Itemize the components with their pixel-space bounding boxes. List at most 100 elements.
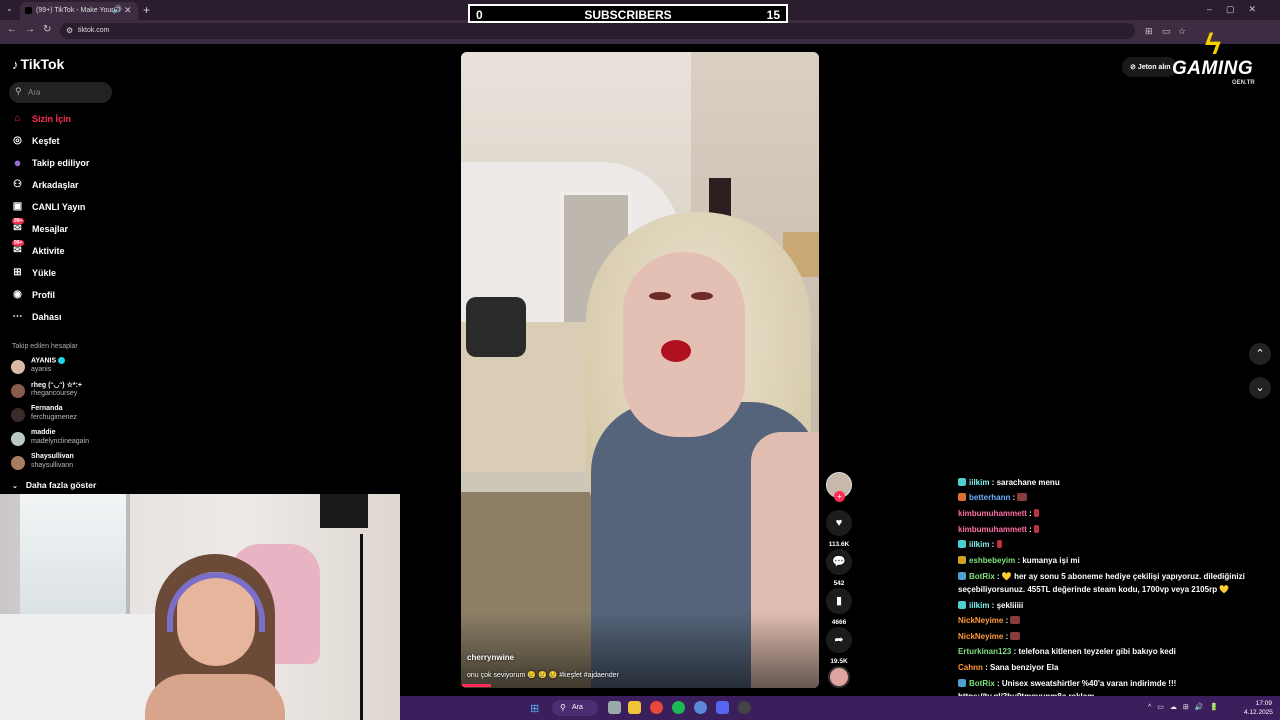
- obs-icon[interactable]: [738, 701, 751, 714]
- account-handle: shaysullivann: [31, 462, 74, 469]
- chat-separator: :: [989, 478, 997, 487]
- followed-account[interactable]: rheg (ᵔ◡ᵔ) ☆*:+ rhegancoursey: [11, 381, 121, 403]
- sidebar-item-upload[interactable]: ⊞ Yükle: [11, 266, 121, 282]
- follow-plus-icon[interactable]: +: [834, 491, 845, 502]
- sidebar-item-label: Profil: [32, 290, 56, 300]
- logo-text: TikTok: [20, 56, 65, 72]
- site-info-icon[interactable]: ⚙: [66, 26, 73, 35]
- chat-username[interactable]: betterhann: [969, 493, 1010, 502]
- chevron-down-icon: ⌄: [12, 483, 18, 490]
- chat-username[interactable]: kimbumuhammett: [958, 509, 1027, 518]
- sidebar-item-profile[interactable]: ◉ Profil: [11, 288, 121, 304]
- get-coins-button[interactable]: ⊘ Jeton alın: [1122, 57, 1177, 77]
- subscriber-goal-count: 15: [766, 8, 780, 22]
- chat-username[interactable]: Erturkinan123: [958, 647, 1011, 656]
- account-name-text: rheg (ᵔ◡ᵔ) ☆*:+: [31, 382, 82, 389]
- followed-account[interactable]: Fernanda ferchugimenez: [11, 405, 121, 427]
- account-name: AYANIS: [31, 357, 66, 364]
- save-button[interactable]: ▮ 4666: [826, 588, 852, 626]
- search-icon: ⚲: [560, 703, 566, 712]
- account-name-text: Shaysullivan: [31, 453, 74, 460]
- chat-separator: :: [982, 663, 990, 672]
- sidebar-item-activity[interactable]: ✉ 99+ Aktivite: [11, 240, 121, 260]
- followed-account[interactable]: maddie madelynclineagain: [11, 429, 121, 451]
- cast-icon[interactable]: ▭: [1162, 26, 1171, 37]
- chat-badge-icon: [958, 679, 966, 687]
- chat-separator: :: [989, 540, 997, 549]
- steam-icon[interactable]: [694, 701, 707, 714]
- chat-text: sarachane menu: [996, 478, 1060, 487]
- browser-tab-tiktok[interactable]: (99+) TikTok - Make Your D 🔊 ✕: [20, 2, 138, 20]
- forward-icon[interactable]: →: [25, 24, 35, 35]
- chat-username[interactable]: NickNeyime: [958, 632, 1003, 641]
- sidebar-item-friends[interactable]: ⚇ Arkadaşlar: [11, 178, 121, 194]
- url-field[interactable]: ⚙ tiktok.com: [60, 23, 1135, 39]
- chat-username[interactable]: NickNeyime: [958, 616, 1003, 625]
- followed-account[interactable]: Shaysullivan shaysullivann: [11, 453, 121, 475]
- translate-icon[interactable]: ⊞: [1145, 26, 1153, 37]
- chat-message: eshbebeyim : kumanya işi mi: [958, 556, 1080, 565]
- share-button[interactable]: ➦ 19.5K: [826, 627, 852, 665]
- webcam-softbox-lamp: [320, 494, 368, 528]
- tab-close-icon[interactable]: ✕: [124, 5, 132, 16]
- new-tab-button[interactable]: +: [143, 3, 150, 17]
- reload-icon[interactable]: ↻: [43, 24, 51, 35]
- chat-emote-icon: [996, 540, 1002, 548]
- sidebar-item-compass[interactable]: ◎ Keşfet: [11, 134, 121, 150]
- sidebar-item-more[interactable]: ⋯ Dahası: [11, 310, 121, 326]
- sidebar-item-home[interactable]: ⌂ Sizin İçin: [11, 112, 121, 128]
- task-view-icon[interactable]: [608, 701, 621, 714]
- like-button[interactable]: ♥ 113.6K: [826, 510, 852, 548]
- tab-audio-icon[interactable]: 🔊: [112, 5, 122, 14]
- video-progress-bar[interactable]: [461, 684, 491, 687]
- chat-message: seçebiliyorsunuz. 455TL değerinde steam …: [958, 585, 1229, 594]
- video-player[interactable]: cherrynwine onu çok seviyorum 😢 😢 😢 #keş…: [461, 52, 819, 688]
- show-more-button[interactable]: ⌄ Daha fazla göster: [12, 480, 96, 490]
- friends-icon: ⚇: [13, 179, 22, 190]
- chat-username[interactable]: BotRix: [969, 679, 995, 688]
- system-tray-icons[interactable]: ^▭☁⊞🔊🔋: [1148, 703, 1224, 711]
- music-disc-icon[interactable]: [828, 666, 850, 688]
- account-handle: madelynclineagain: [31, 438, 89, 445]
- chat-message: iilkim : şekliiiii: [958, 601, 1023, 610]
- sidebar-item-label: Aktivite: [32, 246, 65, 256]
- avatar: [11, 360, 25, 374]
- sidebar-item-messages[interactable]: ✉ 99+ Mesajlar: [11, 218, 121, 238]
- chat-username[interactable]: eshbebeyim: [969, 556, 1015, 565]
- next-video-button[interactable]: ⌄: [1249, 377, 1271, 399]
- bookmark-star-icon[interactable]: ☆: [1178, 26, 1186, 37]
- window-controls[interactable]: –▢✕: [1207, 4, 1270, 15]
- spotify-icon[interactable]: [672, 701, 685, 714]
- followed-account[interactable]: AYANIS ayanis: [11, 357, 121, 379]
- chat-username[interactable]: iilkim: [969, 601, 989, 610]
- search-input[interactable]: ⚲ Ara: [9, 82, 112, 103]
- sidebar-item-following-avatar[interactable]: ● Takip ediliyor: [11, 156, 121, 172]
- chat-username[interactable]: kimbumuhammett: [958, 525, 1027, 534]
- following-avatar-icon: ●: [13, 155, 22, 170]
- account-name-text: maddie: [31, 429, 56, 436]
- discord-icon[interactable]: [716, 701, 729, 714]
- chat-username[interactable]: iilkim: [969, 478, 989, 487]
- sidebar-item-live[interactable]: ▣ CANLI Yayın: [11, 200, 121, 216]
- taskbar-clock[interactable]: 17:09 4.12.2025: [1244, 699, 1273, 717]
- taskbar-search[interactable]: ⚲ Ara: [552, 700, 598, 716]
- tiktok-logo[interactable]: ♪ TikTok: [12, 56, 64, 72]
- windows-start-icon[interactable]: ⊞: [530, 702, 539, 715]
- chat-message: kimbumuhammett :: [958, 525, 1040, 534]
- video-username[interactable]: cherrynwine: [467, 653, 514, 662]
- sidebar-item-label: CANLI Yayın: [32, 202, 86, 212]
- chat-username[interactable]: BotRix: [969, 572, 995, 581]
- sidebar-item-label: Dahası: [32, 312, 62, 322]
- file-explorer-icon[interactable]: [628, 701, 641, 714]
- comment-button[interactable]: 💬 542: [826, 549, 852, 587]
- previous-video-button[interactable]: ⌃: [1249, 343, 1271, 365]
- tab-search-chevron-icon[interactable]: ⌄: [6, 4, 13, 13]
- chat-username[interactable]: Cahnn: [958, 663, 983, 672]
- video-jacket: [466, 297, 526, 357]
- like-count: 113.6K: [828, 541, 850, 548]
- back-icon[interactable]: ←: [7, 24, 17, 35]
- webcam-light-stand: [360, 534, 363, 720]
- chat-username[interactable]: iilkim: [969, 540, 989, 549]
- live-icon: ▣: [12, 201, 23, 212]
- chrome-icon[interactable]: [650, 701, 663, 714]
